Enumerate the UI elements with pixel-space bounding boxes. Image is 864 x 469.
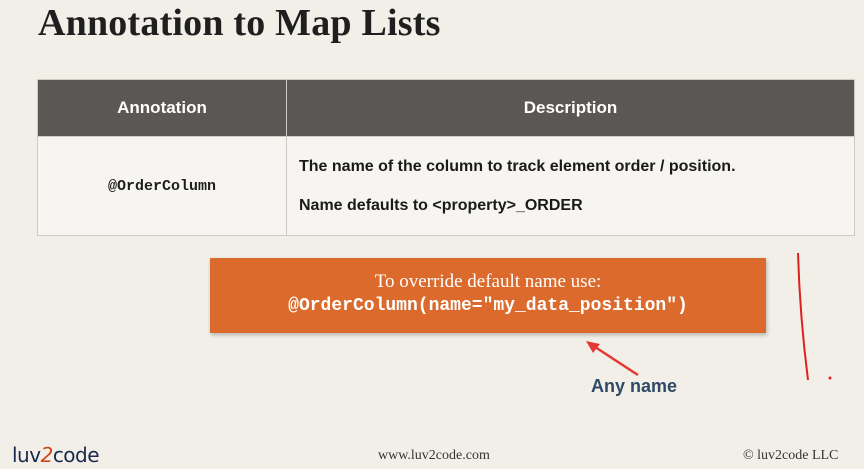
description-cell: The name of the column to track element … xyxy=(286,136,855,236)
column-header-description: Description xyxy=(286,79,855,137)
pointer-arrow-icon xyxy=(586,341,639,377)
table-header-row: Annotation Description xyxy=(37,79,855,137)
pen-mark-icon xyxy=(797,252,832,381)
override-callout: To override default name use: @OrderColu… xyxy=(210,258,766,333)
annotation-table: Annotation Description @OrderColumn The … xyxy=(37,79,855,236)
table-row: @OrderColumn The name of the column to t… xyxy=(37,136,855,236)
any-name-label: Any name xyxy=(591,376,678,396)
description-line: The name of the column to track element … xyxy=(299,157,736,175)
callout-text: To override default name use: xyxy=(374,271,602,292)
description-line: Name defaults to <property>_ORDER xyxy=(299,196,583,214)
footer-url: www.luv2code.com xyxy=(378,448,490,463)
footer-copyright: © luv2code LLC xyxy=(743,448,839,463)
annotation-cell: @OrderColumn xyxy=(37,136,287,236)
slide-title: Annotation to Map Lists xyxy=(38,2,441,44)
luv2code-logo: luv2code xyxy=(12,443,100,467)
callout-code: @OrderColumn(name="my_data_position") xyxy=(288,296,688,316)
column-header-annotation: Annotation xyxy=(37,79,287,137)
